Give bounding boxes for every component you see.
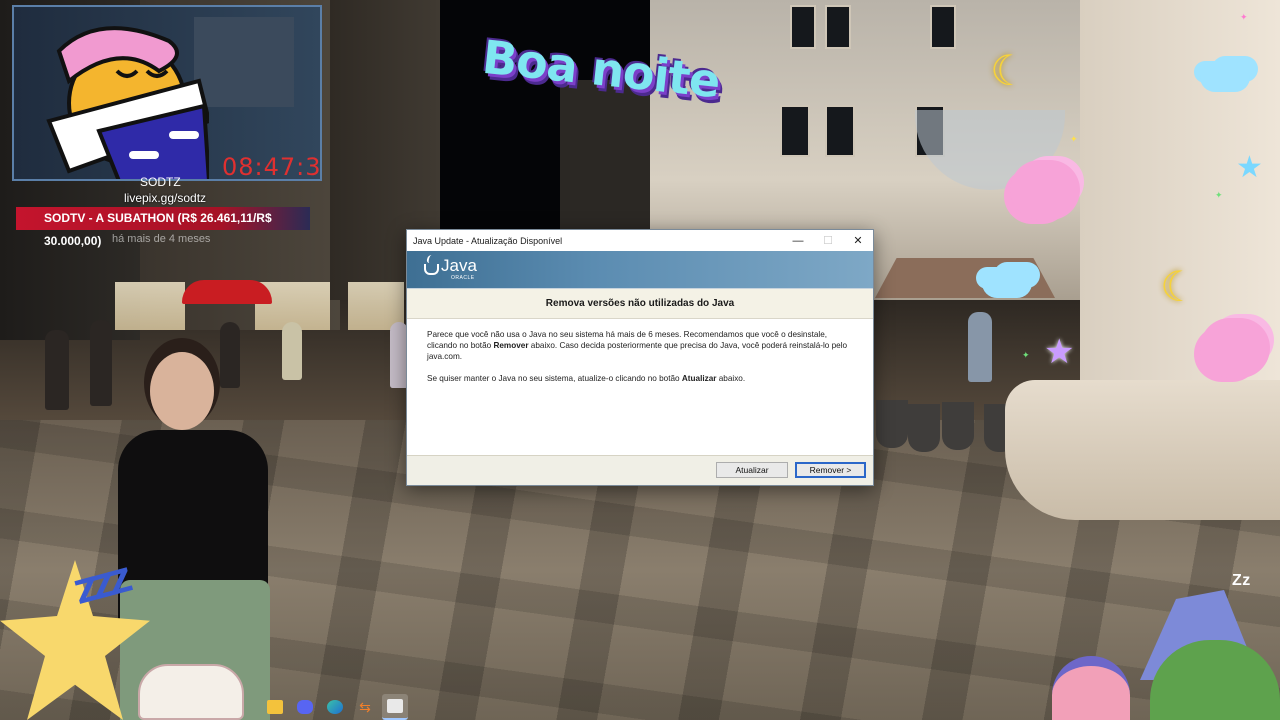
java-cup-icon [423, 255, 439, 275]
window [930, 5, 956, 49]
bold-text: Atualizar [681, 374, 717, 383]
java-wordmark: Java [441, 255, 477, 275]
dialog-paragraph-1: Parece que você não usa o Java no seu si… [427, 329, 853, 362]
dialog-heading: Remova versões não utilizadas do Java [545, 298, 735, 309]
fountain [1005, 380, 1280, 520]
oracle-wordmark: ORACLE [451, 275, 475, 281]
dialog-title: Java Update - Atualização Disponível [413, 235, 563, 246]
window [780, 105, 810, 157]
java-icon[interactable] [382, 693, 408, 720]
window [790, 5, 816, 49]
text: Se quiser manter o Java no seu sistema, … [427, 374, 682, 383]
maximize-button[interactable]: ☐ [813, 230, 843, 251]
moon-icon: ☾ [1160, 263, 1198, 310]
sparkle-icon: ✦ [1070, 134, 1078, 144]
sheep-icon [1200, 318, 1270, 378]
discord-icon[interactable] [292, 694, 318, 720]
subathon-timer: 08:47:32 [222, 153, 322, 181]
planter [942, 402, 974, 450]
subathon-bar: SODTV - A SUBATHON (R$ 26.461,11/R$ 30.0… [16, 207, 310, 248]
cloud-icon [982, 268, 1032, 298]
shelf [194, 17, 294, 107]
sheep-icon [1010, 160, 1080, 220]
shop-window [115, 282, 185, 330]
update-button[interactable]: Atualizar [716, 462, 788, 478]
pedestrian [968, 312, 992, 382]
dialog-heading-bar: Remova versões não utilizadas do Java [407, 289, 873, 319]
pedestrian [282, 322, 302, 380]
remove-button[interactable]: Remover > [795, 462, 866, 478]
pedestrian [90, 320, 112, 406]
sparkle-icon: ✦ [1022, 350, 1030, 360]
girl [150, 352, 214, 430]
taskbar: ⇆ [240, 693, 440, 720]
window-controls: — ☐ ✕ [783, 230, 873, 251]
minimize-button[interactable]: — [783, 230, 813, 251]
livepix-link: livepix.gg/sodtz [124, 191, 207, 205]
app-icon[interactable]: ⇆ [352, 694, 378, 720]
cat-emote [138, 664, 244, 720]
java-logo: Java [423, 255, 477, 275]
sparkle-icon: ✦ [1215, 190, 1223, 200]
moon-icon: ☾ [990, 47, 1028, 94]
since-text: há mais de 4 meses [112, 233, 211, 245]
dialog-footer: Atualizar Remover > [407, 455, 873, 485]
java-update-dialog: Java Update - Atualização Disponível — ☐… [406, 229, 874, 486]
text: abaixo. [716, 374, 746, 383]
cloud-icon [1200, 62, 1250, 92]
java-banner: Java ORACLE [407, 251, 873, 289]
bold-text: Remover [493, 341, 529, 350]
window [825, 105, 855, 157]
zzz-icon: Z z [1232, 572, 1250, 589]
sparkle-icon: ✦ [1240, 12, 1248, 22]
planter [876, 400, 908, 448]
star-icon: ★ [1044, 333, 1075, 371]
close-button[interactable]: ✕ [843, 230, 873, 251]
sleeping-dog-emote [46, 26, 209, 179]
file-explorer-icon[interactable] [262, 694, 288, 720]
edge-icon[interactable] [322, 694, 348, 720]
dialog-paragraph-2: Se quiser manter o Java no seu sistema, … [427, 373, 853, 384]
red-umbrella [182, 280, 272, 304]
pedestrian [220, 322, 240, 388]
dialog-body: Parece que você não usa o Java no seu si… [407, 319, 873, 456]
webcam-overlay: 08:47:32 [12, 5, 322, 181]
window [825, 5, 851, 49]
latest-sub-name: SODTZ [140, 175, 181, 189]
pedestrian [45, 330, 69, 410]
planter [908, 404, 940, 452]
star-icon: ★ [1236, 151, 1263, 184]
